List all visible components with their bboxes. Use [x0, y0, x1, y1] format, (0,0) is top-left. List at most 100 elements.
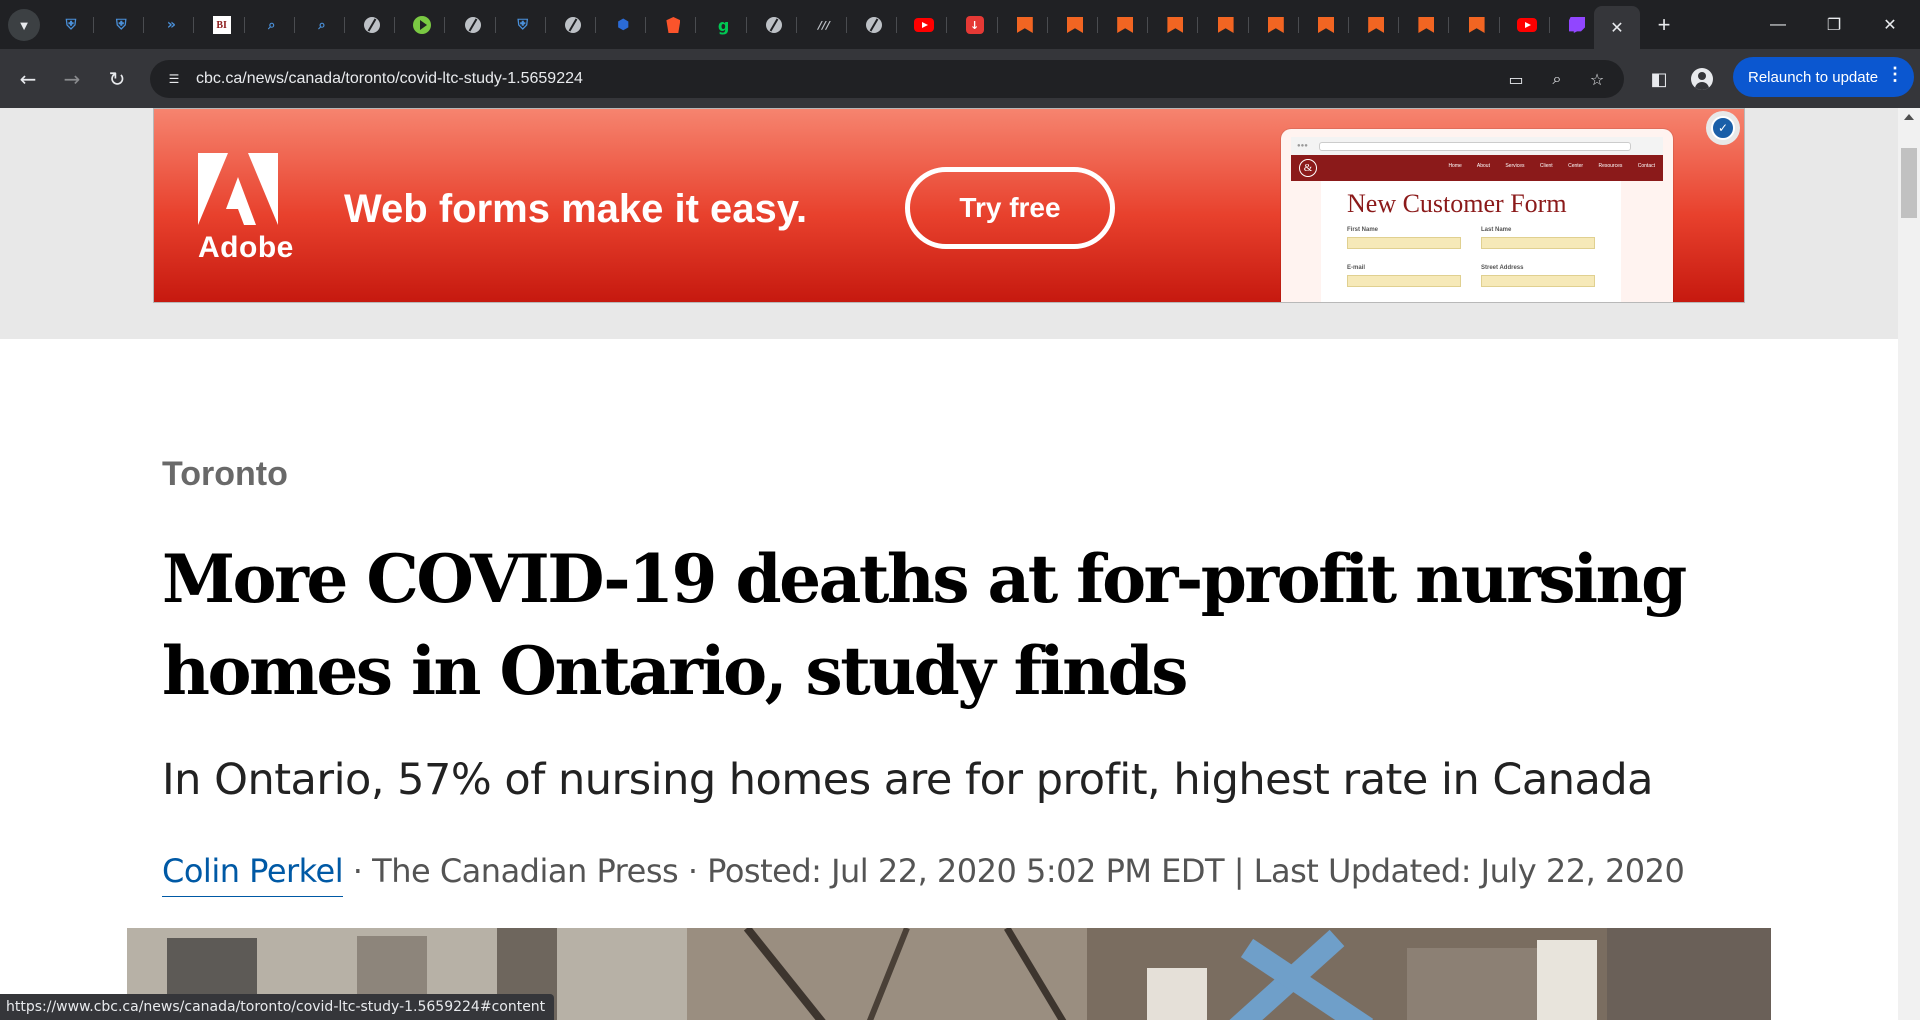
browser-tab[interactable]: g: [701, 9, 747, 41]
browser-tab[interactable]: ⛨: [48, 9, 94, 41]
browser-tab[interactable]: [1253, 9, 1299, 41]
bookmark-icon: [1418, 17, 1435, 33]
browser-tab[interactable]: [650, 9, 697, 41]
ad-privacy-shield-icon: ✓: [1711, 116, 1735, 140]
browser-tab[interactable]: ⌕: [249, 9, 295, 41]
globe-icon: [765, 17, 782, 33]
arrows-icon: »: [166, 17, 176, 33]
shield-icon: ⛨: [65, 17, 77, 33]
scroll-thumb[interactable]: [1901, 148, 1917, 218]
page-scrollbar[interactable]: [1898, 108, 1920, 1020]
browser-tab[interactable]: [349, 9, 396, 41]
adobe-ad-banner[interactable]: Adobe Web forms make it easy. Try free ●…: [153, 108, 1745, 303]
byline-separator: ·: [352, 852, 373, 890]
browser-tab[interactable]: [1102, 9, 1149, 41]
author-link[interactable]: Colin Perkel: [162, 852, 344, 897]
globe-icon: [866, 17, 883, 33]
mockup-url-bar: [1319, 142, 1631, 151]
try-free-button[interactable]: Try free: [905, 167, 1115, 249]
section-label[interactable]: Toronto: [162, 455, 288, 494]
browser-toolbar: ← → ↻ ☰ cbc.ca/news/canada/toronto/covid…: [0, 49, 1920, 108]
ad-band: Adobe Web forms make it easy. Try free ●…: [0, 108, 1898, 339]
browser-tab[interactable]: [550, 9, 596, 41]
slash-icon: ///: [817, 18, 831, 32]
forward-button[interactable]: →: [58, 65, 86, 93]
close-window-button[interactable]: ✕: [1862, 0, 1918, 49]
url-text[interactable]: cbc.ca/news/canada/toronto/covid-ltc-stu…: [196, 70, 583, 88]
search-icon: ⌕: [318, 17, 326, 33]
zoom-icon[interactable]: ⌕: [1546, 68, 1568, 90]
minimize-button[interactable]: —: [1750, 0, 1806, 49]
adobe-wordmark: Adobe: [198, 231, 294, 264]
globe-icon: [364, 17, 381, 33]
mockup-label: Street Address: [1481, 265, 1524, 271]
browser-tab[interactable]: [1303, 9, 1349, 41]
mockup-form-body: New Customer Form First Name Last Name E…: [1321, 181, 1621, 302]
tab-search-button[interactable]: ▼: [8, 9, 40, 41]
profile-avatar[interactable]: [1691, 68, 1713, 90]
play-icon: [413, 16, 432, 34]
page-viewport: Adobe Web forms make it easy. Try free ●…: [0, 108, 1898, 1020]
bookmark-icon: [1217, 17, 1234, 33]
browser-tab[interactable]: ⛨: [500, 9, 546, 41]
g-logo-icon: g: [717, 15, 730, 35]
browser-tab[interactable]: [1403, 9, 1450, 41]
browser-tab[interactable]: ///: [801, 9, 847, 41]
back-button[interactable]: ←: [14, 65, 42, 93]
mockup-form-title: New Customer Form: [1347, 189, 1567, 218]
browser-tab[interactable]: [751, 9, 797, 41]
link-status-bubble: https://www.cbc.ca/news/canada/toronto/c…: [0, 994, 555, 1020]
close-tab-icon[interactable]: ✕: [1610, 18, 1623, 38]
tab-active[interactable]: ✕: [1594, 6, 1640, 49]
browser-tab[interactable]: [1203, 9, 1249, 41]
browser-tab[interactable]: [1454, 9, 1500, 41]
side-panel-icon[interactable]: ◧: [1645, 65, 1673, 93]
browser-tab[interactable]: [901, 9, 948, 41]
byline-separator: ·: [687, 852, 708, 890]
new-tab-button[interactable]: +: [1650, 11, 1678, 39]
browser-tab[interactable]: »: [148, 9, 195, 41]
browser-tab[interactable]: ⛨: [98, 9, 145, 41]
mockup-window-dots-icon: ●●●: [1297, 143, 1308, 149]
restore-button[interactable]: ❐: [1806, 0, 1862, 49]
mockup-field: [1481, 237, 1595, 249]
article-headline: More COVID-19 deaths at for-profit nursi…: [162, 540, 1687, 710]
browser-tab[interactable]: ⌕: [299, 9, 345, 41]
ad-choices-button[interactable]: ✓: [1706, 111, 1740, 145]
mockup-field: [1347, 275, 1461, 287]
bookmark-icon: [1267, 17, 1284, 33]
browser-tab[interactable]: BI: [199, 9, 245, 41]
reload-button[interactable]: ↻: [103, 65, 131, 93]
brave-icon: [666, 17, 681, 33]
site-info-icon[interactable]: ☰: [164, 69, 184, 89]
posted-date: Posted: Jul 22, 2020 5:02 PM EDT: [707, 852, 1225, 890]
menu-icon[interactable]: ⋮: [1886, 64, 1904, 85]
browser-tab[interactable]: [851, 9, 898, 41]
browser-tab[interactable]: [1002, 9, 1048, 41]
bookmark-star-icon[interactable]: ☆: [1586, 68, 1608, 90]
browser-tab[interactable]: [1504, 9, 1550, 41]
ad-headline: Web forms make it easy.: [344, 187, 808, 231]
address-bar[interactable]: ☰ cbc.ca/news/canada/toronto/covid-ltc-s…: [150, 60, 1624, 98]
browser-tab[interactable]: ↓: [952, 9, 998, 41]
install-app-icon[interactable]: ▭: [1505, 68, 1527, 90]
bi-logo-icon: BI: [212, 16, 231, 34]
chevron-down-icon: ▼: [17, 17, 31, 33]
relaunch-button[interactable]: Relaunch to update ⋮: [1733, 57, 1914, 97]
twitch-icon: [1569, 17, 1585, 33]
byline-source: The Canadian Press: [372, 852, 679, 890]
mockup-label: E-mail: [1347, 265, 1366, 271]
mockup-nav-links: Home About Services Client Center Resour…: [1448, 163, 1655, 169]
browser-tab[interactable]: [1353, 9, 1400, 41]
browser-tab[interactable]: ⬢: [600, 9, 647, 41]
tab-strip: ▼ ⛨ ⛨ » BI ⌕ ⌕ ⛨ ⬢ g /// ↓ ✕ + — ❐ ✕: [0, 0, 1920, 49]
mockup-field: [1347, 237, 1461, 249]
bookmark-icon: [1318, 17, 1334, 33]
browser-tab[interactable]: [399, 9, 446, 41]
scroll-up-arrow-icon[interactable]: [1904, 114, 1914, 120]
browser-tab[interactable]: [450, 9, 496, 41]
mockup-browser-bar: ●●●: [1291, 137, 1663, 156]
browser-tab[interactable]: [1152, 9, 1199, 41]
browser-tab[interactable]: [1052, 9, 1098, 41]
adobe-logo-icon: [198, 153, 278, 225]
